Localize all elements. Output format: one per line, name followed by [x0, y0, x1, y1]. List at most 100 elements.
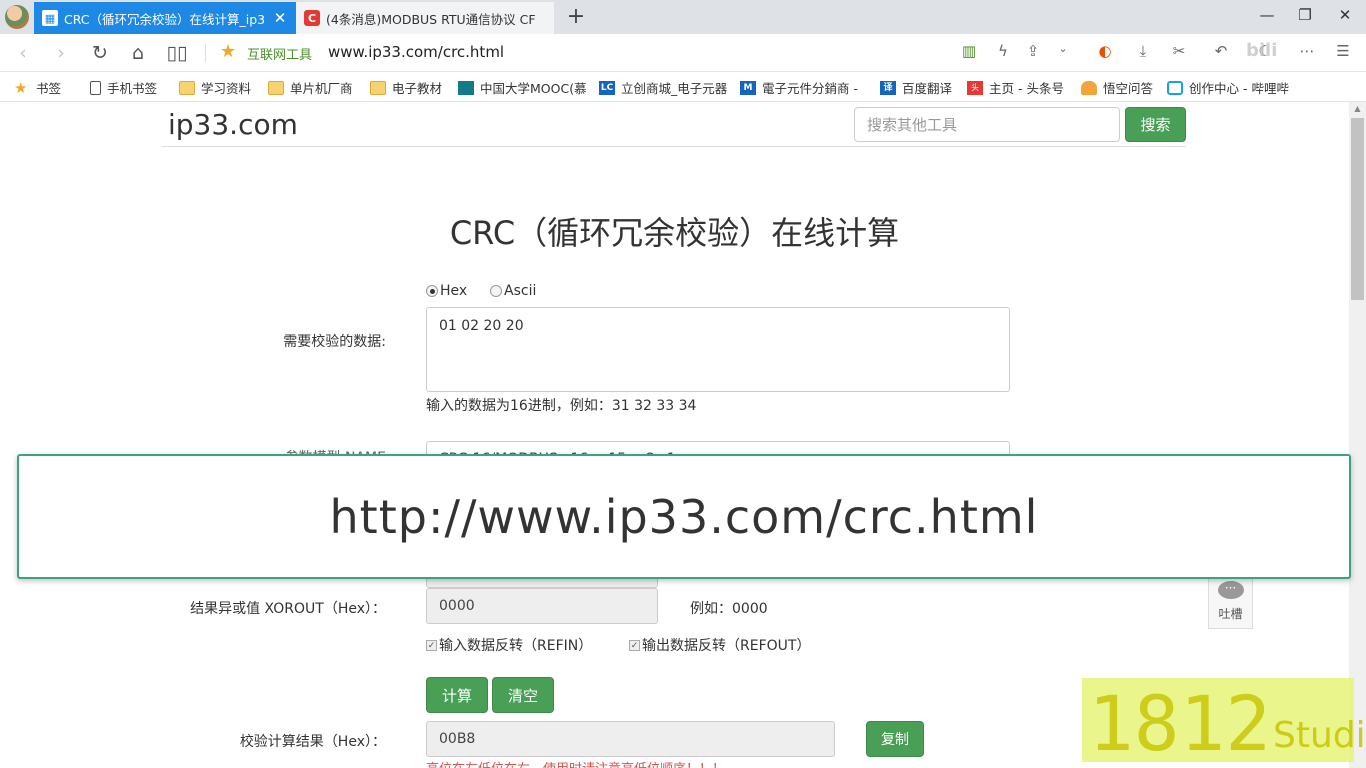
folder-icon [179, 80, 195, 95]
copy-button[interactable]: 复制 [866, 721, 924, 757]
data-help: 输入的数据为16进制，例如：31 32 33 34 [426, 398, 697, 414]
undo-icon[interactable]: ↶ [1210, 42, 1232, 60]
mouser-icon: M [740, 80, 756, 95]
bookmark-item[interactable]: 译百度翻译 [880, 78, 952, 97]
radio-label: Ascii [504, 283, 537, 299]
radio-dot[interactable] [426, 285, 438, 297]
chevron-down-icon[interactable]: ⌄ [1052, 42, 1074, 55]
checkbox-label: 输出数据反转（REFOUT） [642, 638, 811, 654]
lightning-icon[interactable]: ϟ [992, 42, 1014, 60]
watermark-number: 1812 [1088, 679, 1272, 768]
bookmark-item[interactable]: M 電子元件分銷商 - [740, 78, 858, 97]
divider [205, 44, 206, 62]
result-label: 校验计算结果（Hex）： [239, 734, 386, 750]
url-overlay-banner: http://www.ip33.com/crc.html [17, 454, 1351, 579]
refout-checkbox[interactable]: ✓ 输出数据反转（REFOUT） [629, 635, 810, 655]
bookmark-item[interactable]: 单片机厂商 [268, 78, 353, 97]
share-icon[interactable]: ⇪ [1022, 42, 1044, 60]
clear-button[interactable]: 清空 [492, 677, 554, 713]
avatar[interactable] [5, 5, 29, 29]
radio-dot[interactable] [490, 285, 502, 297]
site-brand[interactable]: ip33.com [168, 108, 298, 141]
bookmark-item[interactable]: 中国大学MOOC(慕 [458, 78, 587, 97]
tab-modbus[interactable]: C (4条消息)MODBUS RTU通信协议 CF [296, 2, 554, 34]
radio-ascii[interactable]: Ascii [490, 283, 536, 299]
bookmark-item[interactable]: 手机书签 [90, 78, 157, 97]
new-tab-button[interactable]: + [562, 4, 590, 29]
tab-title: (4条消息)MODBUS RTU通信协议 CF [326, 11, 536, 27]
bookmark-label: 电子教材 [392, 81, 443, 96]
minimize-button[interactable]: — [1252, 6, 1282, 24]
studio-watermark: 1812 Studio [1082, 678, 1366, 768]
more-icon[interactable]: ⋯ [1296, 42, 1318, 60]
tab-crc[interactable]: ▦ CRC（循环冗余校验）在线计算_ip3 ✕ [34, 2, 296, 34]
feedback-label: 吐槽 [1218, 607, 1243, 621]
search-input[interactable] [854, 107, 1120, 142]
calculator-icon: ▦ [42, 10, 58, 26]
star-icon: ★ [14, 78, 28, 97]
bookmark-label: 书签 [36, 81, 62, 96]
restore-button[interactable]: ❐ [1290, 6, 1320, 24]
data-input[interactable]: 01 02 20 20 [426, 307, 1010, 392]
refin-checkbox[interactable]: ✓ 输入数据反转（REFIN） [426, 635, 592, 655]
xorout-label: 结果异或值 XOROUT（Hex）： [190, 601, 386, 617]
book-icon[interactable]: ▥ [958, 42, 980, 60]
bookmark-label: 電子元件分銷商 - [762, 81, 858, 96]
bookmarks-bar: ★ 书签 手机书签 学习资料 单片机厂商 电子教材 中国大学MOOC(慕 LC 立创… [0, 72, 1366, 102]
folder-icon [370, 80, 386, 95]
scissors-icon[interactable]: ✂ [1168, 42, 1190, 60]
address-bar: ‹ › ↻ ⌂ ▯▯ ★ 互联网工具 www.ip33.com/crc.html… [0, 34, 1366, 72]
bookmark-item[interactable]: ★ 书签 [14, 78, 61, 97]
reload-icon[interactable]: ↻ [87, 41, 113, 65]
toutiao-icon: 头 [967, 80, 983, 95]
search-button[interactable]: 搜索 [1125, 107, 1186, 142]
calculate-button[interactable]: 计算 [426, 677, 488, 713]
reader-icon[interactable]: ▯▯ [164, 41, 190, 65]
lcsc-icon: LC [599, 80, 615, 95]
bookmark-item[interactable]: 创作中心 - 哔哩哔 [1167, 78, 1289, 97]
header-divider [162, 146, 1186, 147]
favorite-star-icon[interactable]: ★ [220, 41, 236, 62]
result-field[interactable]: 00B8 [426, 721, 835, 757]
close-icon[interactable]: ✕ [272, 9, 288, 27]
xorout-example: 例如：0000 [690, 601, 768, 617]
site-label[interactable]: 互联网工具 [247, 44, 312, 63]
checkbox-icon[interactable]: ✓ [629, 639, 640, 651]
folder-icon [268, 80, 284, 95]
overlay-url-text: http://www.ip33.com/crc.html [329, 489, 1039, 544]
bookmark-label: 中国大学MOOC(慕 [480, 81, 587, 96]
chat-bubble-icon [1217, 581, 1244, 599]
back-icon[interactable]: ‹ [10, 41, 36, 65]
checkbox-icon[interactable]: ✓ [426, 639, 437, 651]
data-label: 需要校验的数据: [283, 334, 386, 350]
bookmark-label: 手机书签 [107, 81, 158, 96]
gamepad-icon[interactable]: ◐ [1094, 42, 1116, 60]
scroll-up-icon[interactable]: ▲ [1349, 104, 1366, 113]
bookmark-item[interactable]: 电子教材 [370, 78, 442, 97]
phone-icon [90, 80, 101, 95]
scrollbar-thumb[interactable] [1351, 118, 1364, 300]
bilibili-watermark-icon: bili [1246, 40, 1278, 61]
checkbox-label: 输入数据反转（REFIN） [439, 638, 593, 654]
close-window-button[interactable]: ✕ [1330, 6, 1360, 24]
forward-icon[interactable]: › [48, 41, 74, 65]
bookmark-item[interactable]: LC 立创商城_电子元器 [599, 78, 727, 97]
bilibili-icon [1167, 80, 1183, 95]
download-icon[interactable]: ⤓ [1132, 42, 1154, 60]
watermark-suffix: Studio [1273, 715, 1366, 756]
page-title: CRC（循环冗余校验）在线计算 [449, 214, 900, 252]
wukong-icon [1081, 80, 1097, 95]
tab-bar: ▦ CRC（循环冗余校验）在线计算_ip3 ✕ C (4条消息)MODBUS R… [0, 0, 1366, 34]
bookmark-item[interactable]: 学习资料 [179, 78, 251, 97]
bookmark-label: 单片机厂商 [290, 81, 353, 96]
page-content [0, 102, 1349, 768]
bookmark-label: 百度翻译 [902, 81, 953, 96]
url-field[interactable]: www.ip33.com/crc.html [328, 43, 504, 61]
menu-icon[interactable]: ☰ [1332, 42, 1354, 60]
bookmark-item[interactable]: 头主页 - 头条号 [967, 78, 1064, 97]
xorout-field[interactable]: 0000 [426, 588, 658, 624]
home-icon[interactable]: ⌂ [125, 41, 151, 65]
radio-hex[interactable]: Hex [426, 283, 467, 299]
bookmark-item[interactable]: 悟空问答 [1081, 78, 1153, 97]
mooc-icon [458, 80, 474, 95]
